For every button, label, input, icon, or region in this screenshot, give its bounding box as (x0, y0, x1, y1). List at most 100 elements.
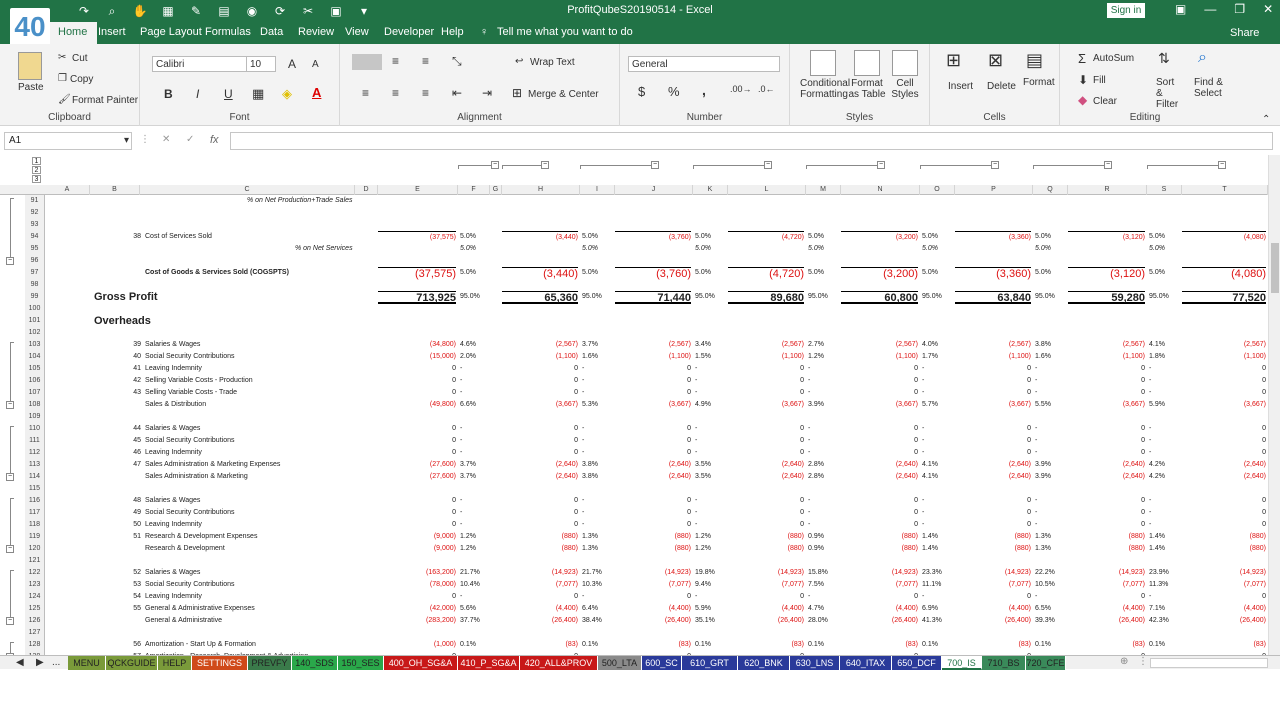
collapse-group-button[interactable]: − (491, 161, 499, 169)
percent-cell[interactable]: 95.0% (1149, 291, 1182, 303)
collapse-group-button[interactable]: − (1218, 161, 1226, 169)
percent-cell[interactable]: 11.1% (922, 579, 955, 591)
percent-cell[interactable]: 5.0% (808, 267, 841, 279)
value-cell[interactable]: 0 (728, 447, 804, 459)
percent-cell[interactable]: - (695, 519, 728, 531)
percent-cell[interactable]: 5.3% (582, 399, 615, 411)
value-cell[interactable]: (83) (955, 639, 1031, 651)
value-cell[interactable]: 0 (502, 423, 578, 435)
value-cell[interactable]: (2,567) (728, 339, 804, 351)
sheet-tab[interactable]: QCKGUIDE (106, 656, 158, 670)
cell-styles-button[interactable]: Cell Styles (890, 78, 920, 100)
percent-cell[interactable]: - (1149, 387, 1182, 399)
bold-button[interactable]: B (164, 87, 173, 101)
percent-cell[interactable]: 3.9% (808, 399, 841, 411)
row-header[interactable]: 120 (25, 543, 45, 555)
value-cell[interactable]: (2,640) (728, 471, 804, 483)
percent-cell[interactable]: 28.0% (808, 615, 841, 627)
percent-cell[interactable]: - (922, 495, 955, 507)
value-cell[interactable]: 0 (1068, 519, 1145, 531)
row-header[interactable]: 126 (25, 615, 45, 627)
tab-developer[interactable]: Developer (384, 26, 434, 38)
delete-button[interactable]: Delete (987, 81, 1016, 92)
percent-cell[interactable]: 23.9% (1149, 567, 1182, 579)
paste-button[interactable]: Paste (18, 82, 44, 93)
vertical-scroll-thumb[interactable] (1271, 243, 1279, 293)
row-header[interactable]: 94 (25, 231, 45, 243)
decrease-indent-icon[interactable]: ⇤ (452, 86, 462, 100)
decrease-decimal-icon[interactable]: .0← (758, 84, 775, 94)
percent-cell[interactable]: - (808, 423, 841, 435)
sheet-tab[interactable]: 620_BNK (738, 656, 790, 670)
autosum-button[interactable]: AutoSum (1093, 53, 1134, 64)
tab-home[interactable]: Home (48, 22, 98, 44)
value-cell[interactable]: (1,100) (841, 351, 918, 363)
row-header[interactable]: 110 (25, 423, 45, 435)
value-cell[interactable]: (4,400) (955, 603, 1031, 615)
row-header[interactable]: 101 (25, 315, 45, 327)
percent-cell[interactable]: 7.1% (1149, 603, 1182, 615)
row-label-cell[interactable]: Social Security Contributions (145, 351, 235, 363)
percent-cell[interactable]: 3.9% (1035, 459, 1068, 471)
row-label-cell[interactable]: Leaving Indemnity (145, 447, 202, 459)
percent-cell[interactable]: 4.6% (460, 339, 490, 351)
font-family-select[interactable]: Calibri (152, 56, 247, 72)
percent-cell[interactable]: 11.3% (1149, 579, 1182, 591)
row-label-cell[interactable]: Salaries & Wages (145, 339, 200, 351)
value-cell[interactable]: 0 (728, 387, 804, 399)
sheet-tab[interactable]: HELP (158, 656, 192, 670)
value-cell[interactable]: 0 (1182, 447, 1266, 459)
sheet-tab[interactable]: 720_CFE (1026, 656, 1066, 670)
account-number-cell[interactable]: 45 (125, 435, 141, 447)
row-header[interactable]: 127 (25, 627, 45, 639)
row-header[interactable]: 116 (25, 495, 45, 507)
row-label-cell[interactable]: Selling Variable Costs - Trade (145, 387, 237, 399)
percent-cell[interactable]: - (695, 363, 728, 375)
outline-level-1-button[interactable]: 1 (32, 157, 41, 165)
font-color-icon[interactable]: A (312, 85, 321, 100)
value-cell[interactable]: 0 (841, 375, 918, 387)
row-label-cell[interactable]: Salaries & Wages (145, 567, 200, 579)
percent-cell[interactable]: 3.7% (582, 339, 615, 351)
align-left-icon[interactable]: ≡ (362, 86, 369, 100)
sheet-tab[interactable]: 420_ALL&PROV (520, 656, 598, 670)
sheet-tab[interactable]: 410_P_SG&A (458, 656, 520, 670)
value-cell[interactable]: (4,400) (502, 603, 578, 615)
row-label-cell[interactable]: Sales Administration & Marketing Expense… (145, 459, 280, 471)
value-cell[interactable]: 0 (1182, 435, 1266, 447)
percent-cell[interactable]: 3.5% (695, 459, 728, 471)
percent-cell[interactable]: - (1149, 375, 1182, 387)
percent-cell[interactable]: 22.2% (1035, 567, 1068, 579)
value-cell[interactable]: 0 (841, 435, 918, 447)
value-cell[interactable]: 0 (955, 363, 1031, 375)
value-cell[interactable]: 0 (615, 507, 691, 519)
orientation-icon[interactable]: ⤡ (452, 54, 462, 69)
percent-cell[interactable]: 95.0% (460, 291, 490, 303)
value-cell[interactable]: (880) (728, 531, 804, 543)
value-cell[interactable]: 0 (955, 447, 1031, 459)
percent-cell[interactable]: 6.9% (922, 603, 955, 615)
account-number-cell[interactable]: 48 (125, 495, 141, 507)
value-cell[interactable]: 0 (615, 375, 691, 387)
percent-cell[interactable]: 1.2% (695, 543, 728, 555)
percent-cell[interactable]: - (582, 447, 615, 459)
column-header[interactable]: T (1182, 185, 1268, 195)
row-header[interactable]: 92 (25, 207, 45, 219)
value-cell[interactable]: (880) (1068, 531, 1145, 543)
value-cell[interactable]: 0 (1068, 387, 1145, 399)
value-cell[interactable]: (2,640) (955, 459, 1031, 471)
value-cell[interactable]: (2,640) (955, 471, 1031, 483)
row-label-cell[interactable]: Research & Development (145, 543, 225, 555)
sheet-tab[interactable]: 630_LNS (790, 656, 840, 670)
name-box[interactable]: A1 (4, 132, 132, 150)
percent-cell[interactable]: - (808, 507, 841, 519)
account-number-cell[interactable]: 50 (125, 519, 141, 531)
value-cell[interactable]: (2,567) (1182, 339, 1266, 351)
percent-cell[interactable]: - (1035, 435, 1068, 447)
percent-cell[interactable]: 5.0% (582, 231, 615, 243)
percent-cell[interactable]: 6.6% (460, 399, 490, 411)
row-header[interactable]: 128 (25, 639, 45, 651)
percent-cell[interactable]: - (460, 423, 490, 435)
column-header[interactable]: K (693, 185, 728, 195)
value-cell[interactable]: 0 (1068, 591, 1145, 603)
